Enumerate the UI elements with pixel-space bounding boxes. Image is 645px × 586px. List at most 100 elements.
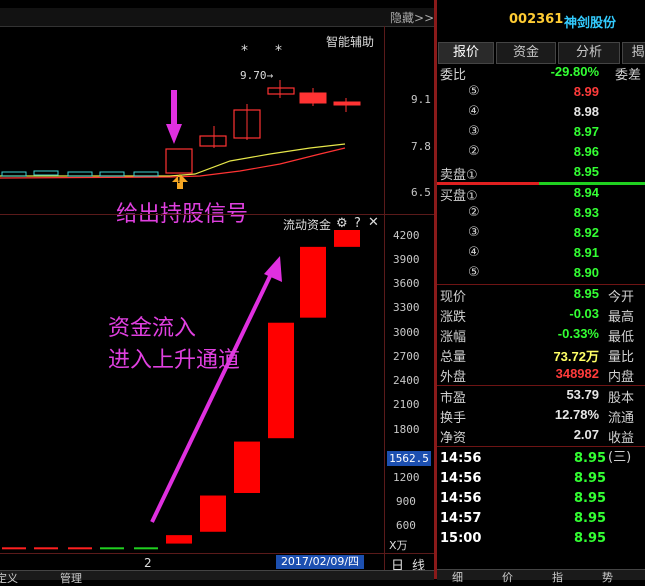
- stat-right-label: 今开: [608, 290, 635, 305]
- ask-row: 卖盘① 8.95: [438, 163, 645, 183]
- trade-price: 8.95: [574, 471, 607, 486]
- stat-label: 净资: [440, 431, 467, 446]
- bottom-divider: [0, 553, 434, 554]
- ask-label: ④: [468, 104, 480, 119]
- trade-time: 15:00: [440, 531, 482, 546]
- bid-price: 8.90: [573, 265, 599, 280]
- buy-marker-label: !: [177, 176, 181, 185]
- trade-row: 15:00 8.95: [438, 530, 645, 550]
- trade-time: 14:56: [440, 471, 482, 486]
- arrow-up-icon: [264, 256, 282, 282]
- bid-label: ②: [468, 205, 480, 220]
- hide-panel-button[interactable]: 隐藏>>: [390, 9, 434, 26]
- bid-label: ③: [468, 225, 480, 240]
- weibi-label: 委比: [440, 68, 467, 83]
- bid-label: ⑤: [468, 265, 480, 280]
- stat-value: 53.79: [566, 387, 599, 402]
- stat-label: 涨幅: [440, 330, 467, 345]
- tab-reveal[interactable]: 揭: [622, 42, 645, 64]
- weibi-value: -29.80%: [550, 64, 599, 79]
- stat-value: -0.03: [569, 306, 599, 321]
- ask-label: ⑤: [468, 84, 480, 99]
- bid-label: 买盘①: [440, 189, 478, 204]
- stat-row: 涨幅 -0.33% 最低: [438, 325, 645, 345]
- ask-price: 8.98: [573, 104, 599, 119]
- chevron-right-icon: >>: [414, 11, 435, 25]
- bid-price: 8.91: [573, 245, 599, 260]
- stat-label: 市盈: [440, 391, 467, 406]
- weidiff-label: 委差: [614, 68, 641, 83]
- tab-analysis[interactable]: 分析: [558, 42, 620, 64]
- stat-right-label: 最高: [608, 310, 635, 325]
- star-marker: *: [275, 43, 282, 59]
- stat-right-label: 最低: [608, 330, 635, 345]
- stat-label: 外盘: [440, 370, 467, 385]
- trade-row: 14:56 8.95: [438, 450, 645, 470]
- ask-price: 8.97: [573, 124, 599, 139]
- x-axis-label: 2: [144, 556, 152, 570]
- tab-price[interactable]: 价: [502, 569, 513, 585]
- fund-unit-label: X万: [389, 539, 408, 552]
- price-tick: 9.1: [411, 93, 431, 106]
- price-axis-divider: [384, 26, 385, 579]
- trade-row: 14:57 8.95: [438, 510, 645, 530]
- bid-row: ③ 8.92: [438, 224, 645, 244]
- fund-annotation-line2: 进入上升通道: [108, 348, 241, 373]
- stat-value: 348982: [555, 366, 599, 381]
- weibi-row: 委比 -29.80% 委差: [438, 63, 645, 83]
- bid-price: 8.94: [573, 185, 599, 200]
- stat-right-label: 内盘: [608, 370, 635, 385]
- stat-value: 2.07: [573, 427, 599, 442]
- quote-bottom-tab-bar: [437, 569, 645, 580]
- stat-row: 总量 73.72万 量比: [438, 345, 645, 365]
- stat-row: 现价 8.95 今开: [438, 285, 645, 305]
- trade-price: 8.95: [574, 491, 607, 506]
- candle: [333, 101, 361, 106]
- fund-y-tick: 2700: [393, 350, 420, 363]
- tab-index[interactable]: 指: [552, 569, 563, 585]
- stat-label: 换手: [440, 411, 467, 426]
- trade-time: 14:56: [440, 491, 482, 506]
- tab-define[interactable]: 定义: [0, 570, 18, 586]
- bid-row: ④ 8.91: [438, 244, 645, 264]
- ask-row: ④ 8.98: [438, 103, 645, 123]
- trade-time: 14:57: [440, 511, 482, 526]
- stat-row: 涨跌 -0.03 最高: [438, 305, 645, 325]
- candle: [33, 170, 59, 176]
- tab-manage[interactable]: 管理: [60, 570, 82, 586]
- quote-panel-divider: [434, 0, 437, 579]
- stat-right-label: 流通: [608, 411, 635, 426]
- trade-price: 8.95: [574, 531, 607, 546]
- tab-quote[interactable]: 报价: [438, 42, 494, 64]
- candle: [165, 148, 193, 174]
- trade-price: 8.95: [574, 451, 607, 466]
- ask-label: ③: [468, 124, 480, 139]
- fund-y-tick: 4200: [393, 229, 420, 242]
- fund-y-tick: 2100: [393, 398, 420, 411]
- tab-detail[interactable]: 细: [452, 569, 463, 585]
- stat-label: 涨跌: [440, 310, 467, 325]
- fund-y-tick: 3900: [393, 253, 420, 266]
- bid-row: ⑤ 8.90: [438, 264, 645, 284]
- ask-label: 卖盘①: [440, 168, 478, 183]
- bid-price: 8.93: [573, 205, 599, 220]
- tab-fund[interactable]: 资金: [496, 42, 556, 64]
- ask-row: ② 8.96: [438, 143, 645, 163]
- stat-value: 8.95: [573, 286, 599, 301]
- tab-trend[interactable]: 势: [602, 569, 613, 585]
- fund-y-tick: 2400: [393, 374, 420, 387]
- price-tick: 6.5: [411, 186, 431, 199]
- ask-row: ③ 8.97: [438, 123, 645, 143]
- price-tick: 7.8: [411, 140, 431, 153]
- stock-code: 002361: [509, 12, 564, 27]
- stat-row: 净资 2.07 收益(三): [438, 426, 645, 465]
- stat-label: 总量: [440, 350, 467, 365]
- stat-label: 现价: [440, 290, 467, 305]
- bid-price: 8.92: [573, 225, 599, 240]
- fund-y-tick: 3300: [393, 301, 420, 314]
- peak-price-label: 9.70→: [240, 69, 274, 82]
- bid-row: 买盘① 8.94: [438, 184, 645, 204]
- fund-y-tick: 3600: [393, 277, 420, 290]
- fund-y-tick: 3000: [393, 326, 420, 339]
- trend-arrow: [150, 256, 282, 523]
